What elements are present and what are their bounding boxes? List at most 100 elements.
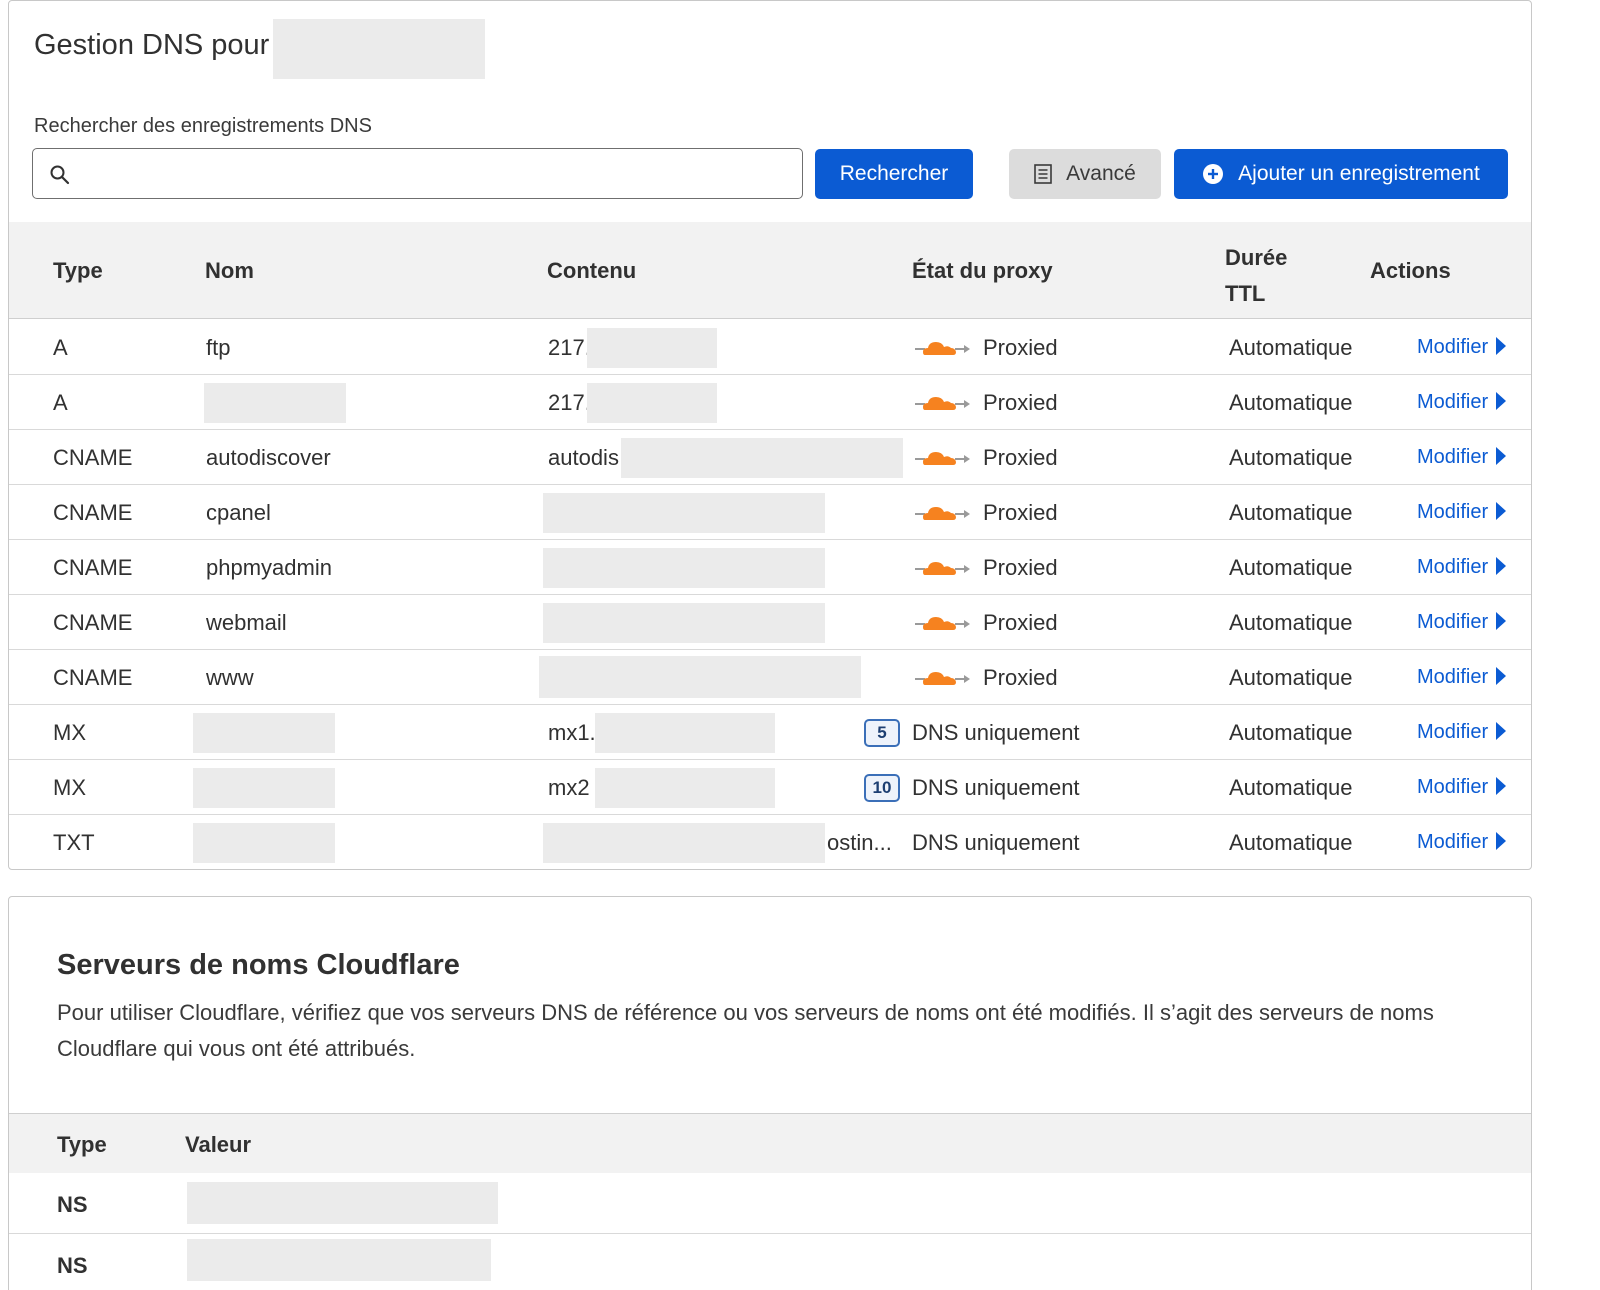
record-name: cpanel [206,500,271,525]
edit-record-link[interactable]: Modifier [1417,430,1507,485]
edit-label: Modifier [1417,391,1489,413]
proxy-status: DNS uniquement [912,720,1080,745]
record-row: CNAME cpanel Proxied Automatique Modifie… [9,485,1531,540]
record-ttl: Automatique [1229,720,1353,745]
edit-record-link[interactable]: Modifier [1417,595,1507,650]
edit-record-link[interactable]: Modifier [1417,485,1507,540]
cloud-icon[interactable] [915,612,971,634]
caret-right-icon [1496,391,1507,410]
caret-right-icon [1496,501,1507,520]
edit-label: Modifier [1417,446,1489,468]
record-row: MX mx1. 5 DNS uniquement Automatique Mod… [9,705,1531,760]
name-redacted [204,383,346,423]
edit-record-link[interactable]: Modifier [1417,375,1507,430]
domain-name-redacted [273,19,485,79]
record-type: CNAME [53,445,133,470]
content-redacted [587,383,717,423]
proxy-status: DNS uniquement [912,775,1080,800]
record-type: A [53,335,68,360]
ns-type: NS [57,1192,88,1217]
caret-right-icon [1496,666,1507,685]
name-redacted [193,713,335,753]
record-type: CNAME [53,500,133,525]
caret-right-icon [1496,556,1507,575]
add-record-button[interactable]: Ajouter un enregistrement [1174,149,1508,199]
cloud-icon[interactable] [915,447,971,469]
content-redacted [587,328,717,368]
record-row: A 217. Proxied Automatique Modifier [9,375,1531,430]
caret-right-icon [1496,611,1507,630]
ns-column-value: Valeur [185,1132,252,1157]
nameservers-table-header: Type Valeur [9,1113,1531,1173]
proxy-status: Proxied [983,500,1058,525]
search-label: Rechercher des enregistrements DNS [34,115,372,137]
edit-label: Modifier [1417,666,1489,688]
edit-record-link[interactable]: Modifier [1417,650,1507,705]
record-row: CNAME www Proxied Automatique Modifier [9,650,1531,705]
column-header-proxy[interactable]: État du proxy [912,258,1053,284]
cloud-icon[interactable] [915,392,971,414]
edit-label: Modifier [1417,611,1489,633]
column-header-content[interactable]: Contenu [547,258,636,284]
record-ttl: Automatique [1229,500,1353,525]
column-header-ttl[interactable]: Durée TTL [1225,240,1287,312]
search-input[interactable] [83,149,783,197]
record-type: CNAME [53,610,133,635]
proxy-status: DNS uniquement [912,830,1080,855]
advanced-button-label: Avancé [1066,162,1136,185]
nameserver-redacted [187,1182,498,1224]
records-table-header: Type Nom Contenu État du proxy Durée TTL… [9,222,1531,319]
edit-record-link[interactable]: Modifier [1417,540,1507,595]
search-field[interactable] [32,148,803,199]
proxy-status: Proxied [983,665,1058,690]
proxy-status: Proxied [983,445,1058,470]
cloud-icon[interactable] [915,337,971,359]
record-name: autodiscover [206,445,331,470]
column-header-actions: Actions [1370,258,1451,283]
caret-right-icon [1496,721,1507,740]
edit-record-link[interactable]: Modifier [1417,705,1507,760]
edit-label: Modifier [1417,501,1489,523]
edit-record-link[interactable]: Modifier [1417,815,1507,869]
record-ttl: Automatique [1229,610,1353,635]
edit-record-link[interactable]: Modifier [1417,320,1507,375]
column-header-type[interactable]: Type [53,258,103,284]
ns-column-type: Type [57,1132,107,1157]
record-type: A [53,390,68,415]
advanced-button[interactable]: Avancé [1009,149,1161,199]
search-button[interactable]: Rechercher [815,149,973,199]
edit-label: Modifier [1417,776,1489,798]
record-ttl: Automatique [1229,775,1353,800]
record-name: ftp [206,335,231,360]
record-ttl: Automatique [1229,335,1353,360]
caret-right-icon [1496,446,1507,465]
record-type: MX [53,775,86,800]
search-icon [49,164,71,186]
dns-management-card: Gestion DNS pour Rechercher des enregist… [8,0,1532,870]
cloud-icon[interactable] [915,502,971,524]
nameserver-row: NS [9,1235,1531,1290]
column-header-name[interactable]: Nom [205,258,254,284]
content-redacted [595,768,775,808]
record-content: ostin... [827,830,892,855]
search-button-label: Rechercher [839,162,949,185]
caret-right-icon [1496,336,1507,355]
record-type: TXT [53,830,95,855]
proxy-status: Proxied [983,610,1058,635]
record-name: phpmyadmin [206,555,332,580]
record-content: 217. [548,335,591,360]
name-redacted [193,768,335,808]
cloud-icon[interactable] [915,557,971,579]
record-content: mx1. [548,720,596,745]
record-row: CNAME phpmyadmin Proxied Automatique Mod… [9,540,1531,595]
record-type: MX [53,720,86,745]
ttl-header-line2: TTL [1225,281,1266,306]
list-icon [1034,164,1052,184]
record-type: CNAME [53,665,133,690]
edit-label: Modifier [1417,831,1489,853]
content-redacted [543,823,825,863]
edit-record-link[interactable]: Modifier [1417,760,1507,815]
cloud-icon[interactable] [915,667,971,689]
proxy-status: Proxied [983,555,1058,580]
content-redacted [543,493,825,533]
